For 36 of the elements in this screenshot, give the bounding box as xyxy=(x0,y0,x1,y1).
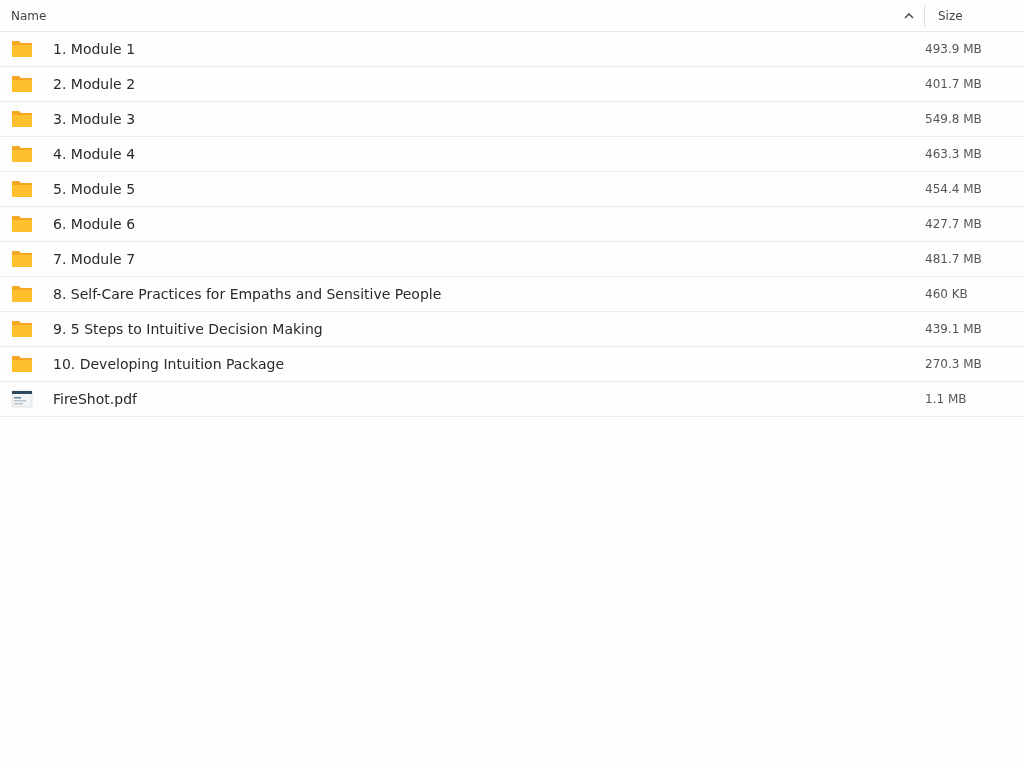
file-size: 549.8 MB xyxy=(925,112,983,126)
file-name[interactable]: 8. Self-Care Practices for Empaths and Sensitive People xyxy=(53,286,925,302)
file-name[interactable]: 1. Module 1 xyxy=(53,41,925,57)
file-name[interactable]: 2. Module 2 xyxy=(53,76,925,92)
folder-icon xyxy=(11,355,33,373)
file-size: 454.4 MB xyxy=(925,182,983,196)
file-size: 1.1 MB xyxy=(925,392,968,406)
file-name[interactable]: 10. Developing Intuition Package xyxy=(53,356,925,372)
column-header[interactable]: Name xyxy=(11,8,47,23)
file-name[interactable]: 9. 5 Steps to Intuitive Decision Making xyxy=(53,321,925,337)
file-size: 463.3 MB xyxy=(925,147,983,161)
file-name[interactable]: FireShot.pdf xyxy=(53,391,925,407)
folder-icon xyxy=(11,110,33,128)
file-size: 460 KB xyxy=(925,287,969,301)
folder-icon xyxy=(11,215,33,233)
column-header[interactable]: Size xyxy=(938,8,963,23)
file-size: 493.9 MB xyxy=(925,42,983,56)
folder-icon xyxy=(11,250,33,268)
file-size: 270.3 MB xyxy=(925,357,983,371)
folder-icon xyxy=(11,285,33,303)
folder-icon xyxy=(11,145,33,163)
file-name[interactable]: 3. Module 3 xyxy=(53,111,925,127)
file-name[interactable]: 7. Module 7 xyxy=(53,251,925,267)
file-size: 401.7 MB xyxy=(925,77,983,91)
folder-icon xyxy=(11,75,33,93)
file-size: 427.7 MB xyxy=(925,217,983,231)
file-name[interactable]: 6. Module 6 xyxy=(53,216,925,232)
file-size: 481.7 MB xyxy=(925,252,983,266)
document-thumbnail-icon xyxy=(11,390,33,408)
file-name[interactable]: 5. Module 5 xyxy=(53,181,925,197)
file-size: 439.1 MB xyxy=(925,322,983,336)
file-name[interactable]: 4. Module 4 xyxy=(53,146,925,162)
folder-icon xyxy=(11,40,33,58)
folder-icon xyxy=(11,320,33,338)
sort-caret-icon[interactable] xyxy=(904,12,914,19)
folder-icon xyxy=(11,180,33,198)
